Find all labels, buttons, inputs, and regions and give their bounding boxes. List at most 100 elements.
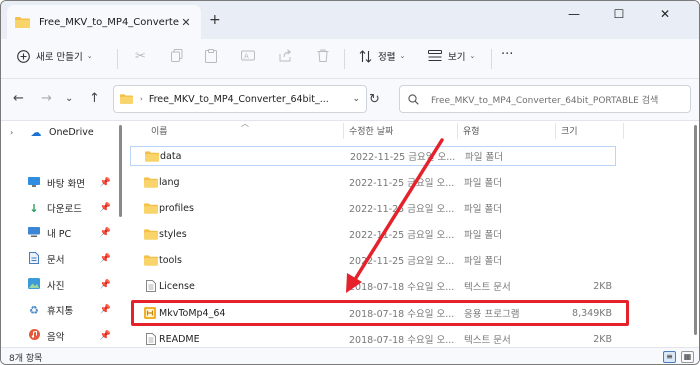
sidebar-item-pictures[interactable]: 사진 📌: [1, 274, 119, 296]
file-date: 2022-11-25 금요일 오...: [349, 230, 455, 241]
list-item[interactable]: tools 2022-11-25 금요일 오... 파일 폴더: [130, 250, 616, 270]
file-type: 텍스트 문서: [464, 282, 511, 293]
column-header-date[interactable]: 수정한 날짜: [349, 124, 393, 137]
rename-icon: A: [241, 50, 255, 61]
sidebar-item-label: 바탕 화면: [47, 179, 85, 190]
music-icon: [27, 329, 41, 343]
tab-title: Free_MKV_to_MP4_Converter_: [39, 16, 179, 28]
maximize-icon[interactable]: ☐: [609, 7, 629, 21]
sidebar-item-recycle-bin[interactable]: ♻ 휴지통 📌: [1, 299, 119, 321]
plus-circle-icon: [17, 49, 30, 63]
highlight-box: [131, 300, 629, 326]
file-explorer-window: Free_MKV_to_MP4_Converter_ ✕ + — ☐ ✕ 새로 …: [0, 0, 700, 365]
close-icon[interactable]: ✕: [655, 7, 675, 21]
more-options-button[interactable]: ···: [501, 47, 513, 62]
navigation-pane: › ☁ OneDrive 바탕 화면 📌 ↓ 다운로드 📌 내 PC 📌 문서 …: [1, 121, 119, 347]
list-item[interactable]: styles 2022-11-25 금요일 오... 파일 폴더: [130, 224, 616, 244]
address-bar[interactable]: › Free_MKV_to_MP4_Converter_64bit_... ⌄: [113, 85, 367, 113]
paste-button[interactable]: [205, 49, 217, 63]
file-size: 2KB: [593, 333, 612, 345]
column-divider[interactable]: [623, 123, 624, 139]
file-date: 2022-11-25 금요일 오...: [349, 256, 455, 267]
chevron-down-icon: ⌄: [399, 52, 406, 60]
file-date: 2022-11-25 금요일 오...: [349, 178, 455, 189]
share-icon: [279, 49, 291, 62]
expand-chevron-icon[interactable]: ›: [10, 128, 13, 137]
column-divider[interactable]: [343, 123, 344, 139]
sidebar-item-label: 음악: [47, 332, 65, 343]
file-type: 파일 폴더: [464, 256, 502, 267]
pc-icon: [27, 226, 41, 240]
folder-icon: [144, 254, 158, 266]
column-header-type[interactable]: 유형: [463, 124, 480, 137]
column-header-size[interactable]: 크기: [561, 124, 578, 137]
copy-button[interactable]: [171, 49, 183, 62]
tiles-view-icon[interactable]: ▦: [681, 351, 694, 363]
tab-close-icon[interactable]: ✕: [179, 16, 193, 29]
cut-button[interactable]: ✂: [135, 49, 146, 64]
folder-icon: [120, 94, 133, 104]
minimize-icon[interactable]: —: [564, 7, 584, 21]
more-icon: ···: [501, 47, 514, 62]
sidebar-item-label: 사진: [47, 281, 65, 292]
new-button[interactable]: 새로 만들기 ⌄: [17, 49, 93, 63]
sidebar-item-onedrive[interactable]: › ☁ OneDrive: [1, 121, 119, 143]
sidebar-item-documents[interactable]: 문서 📌: [1, 248, 119, 270]
scissors-icon: ✂: [135, 49, 146, 64]
sidebar-item-music[interactable]: 음악 📌: [1, 325, 119, 347]
back-arrow-icon[interactable]: ←: [13, 91, 24, 106]
folder-tab[interactable]: Free_MKV_to_MP4_Converter_ ✕: [7, 5, 201, 39]
file-date: 2018-07-18 수요일 오...: [349, 282, 455, 293]
up-arrow-icon[interactable]: ↑: [89, 91, 100, 106]
file-name: data: [160, 150, 182, 162]
folder-icon: [145, 150, 159, 162]
search-icon: [408, 93, 419, 105]
sidebar-item-label: 다운로드: [47, 204, 82, 215]
address-dropdown-icon[interactable]: ⌄: [352, 94, 360, 104]
file-name: profiles: [159, 202, 194, 214]
sort-label: 정렬: [378, 52, 396, 63]
pin-icon: 📌: [99, 203, 111, 213]
list-item[interactable]: README 2018-07-18 수요일 오... 텍스트 문서 2KB: [130, 329, 616, 349]
search-box[interactable]: Free_MKV_to_MP4_Converter_64bit_PORTABLE…: [399, 85, 691, 113]
sidebar-item-this-pc[interactable]: 내 PC 📌: [1, 222, 119, 244]
list-item[interactable]: License 2018-07-18 수요일 오... 텍스트 문서 2KB: [130, 276, 616, 296]
copy-icon: [171, 49, 183, 62]
pin-icon: 📌: [99, 280, 111, 290]
delete-button[interactable]: [317, 49, 329, 62]
divider: [117, 49, 118, 69]
file-type: 파일 폴더: [465, 152, 503, 163]
forward-arrow-icon[interactable]: →: [41, 91, 52, 106]
recent-chevron-icon[interactable]: ⌄: [65, 93, 73, 104]
sidebar-item-label: OneDrive: [49, 126, 94, 138]
folder-icon: [144, 228, 158, 240]
sort-button[interactable]: 정렬 ⌄: [359, 49, 405, 63]
refresh-icon[interactable]: ↻: [369, 92, 380, 107]
list-scrollbar-thumb[interactable]: [694, 125, 697, 335]
sidebar-scrollbar-thumb[interactable]: [119, 125, 122, 217]
details-view-icon[interactable]: ≡: [663, 351, 676, 363]
folder-icon: [144, 202, 158, 214]
column-divider[interactable]: [457, 123, 458, 139]
sort-up-icon: ︿: [241, 119, 249, 128]
column-header-name[interactable]: 이름: [151, 124, 168, 137]
list-item[interactable]: data 2022-11-25 금요일 오... 파일 폴더: [130, 146, 616, 166]
new-tab-icon[interactable]: +: [209, 12, 221, 28]
sidebar-item-label: 내 PC: [47, 229, 72, 240]
sidebar-item-downloads[interactable]: ↓ 다운로드 📌: [1, 197, 119, 219]
view-button[interactable]: 보기 ⌄: [428, 49, 475, 63]
chevron-down-icon: ⌄: [86, 52, 93, 60]
address-path: Free_MKV_to_MP4_Converter_64bit_...: [148, 93, 329, 105]
file-type: 파일 폴더: [464, 204, 502, 215]
chevron-down-icon: ⌄: [469, 52, 476, 60]
file-type: 텍스트 문서: [464, 335, 511, 346]
share-button[interactable]: [279, 49, 292, 62]
file-date: 2022-11-25 금요일 오...: [349, 204, 455, 215]
rename-button[interactable]: A: [241, 49, 255, 62]
column-divider[interactable]: [555, 123, 556, 139]
pictures-icon: [27, 278, 41, 292]
list-item[interactable]: profiles 2022-11-25 금요일 오... 파일 폴더: [130, 198, 616, 218]
command-bar: 새로 만들기 ⌄ ✂ A 정렬 ⌄ 보기 ⌄ ···: [1, 39, 699, 79]
sidebar-item-desktop[interactable]: 바탕 화면 📌: [1, 172, 119, 194]
list-item[interactable]: lang 2022-11-25 금요일 오... 파일 폴더: [130, 172, 616, 192]
